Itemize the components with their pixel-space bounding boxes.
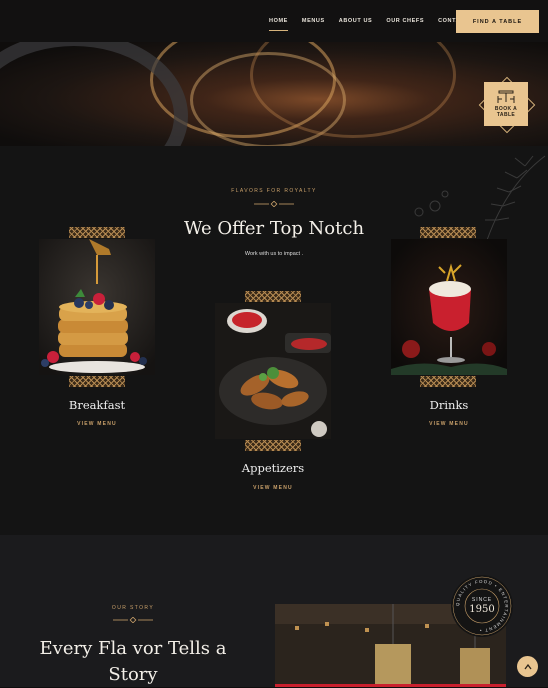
story-eyebrow: OUR STORY [111, 605, 155, 611]
chevron-up-icon [523, 663, 532, 669]
story-section: OUR STORY Every Fla vor Tells a Story QU… [0, 535, 548, 687]
view-menu-drinks-link[interactable]: VIEW MENU [389, 421, 509, 427]
card-pattern-bottom [245, 440, 301, 451]
card-title-appetizers: Appetizers [241, 461, 305, 475]
offer-section: FLAVORS FOR ROYALTY We Offer Top Notch W… [0, 146, 548, 535]
story-title: Every Fla vor Tells a Story [13, 636, 253, 688]
appetizers-image[interactable] [215, 303, 331, 439]
card-title-breakfast: Breakfast [68, 398, 126, 412]
nav-menus[interactable]: MENUS [302, 18, 325, 24]
since-badge: QUALITY FOOD • ENTERTAINMENT • SINCE 195… [451, 575, 513, 637]
scroll-to-top-button[interactable] [517, 656, 538, 677]
view-menu-breakfast-link[interactable]: VIEW MENU [37, 421, 157, 427]
offer-subtitle: Work with us to impact . [244, 251, 304, 257]
book-table-button[interactable]: BOOK A TABLE [484, 82, 528, 126]
card-pattern-bottom [420, 376, 476, 387]
badge-year: 1950 [469, 604, 495, 615]
view-menu-appetizers-link[interactable]: VIEW MENU [213, 485, 333, 491]
nav-our-chefs[interactable]: OUR CHEFS [386, 18, 424, 24]
dining-table-icon [497, 90, 515, 103]
hero-banner [0, 42, 548, 146]
breakfast-image[interactable] [39, 239, 155, 375]
nav-about-us[interactable]: ABOUT US [339, 18, 373, 24]
chicken-wings-illustration [215, 303, 331, 439]
site-header: HOME MENUS ABOUT US OUR CHEFS CONTACT FI… [0, 0, 548, 42]
cocktail-illustration [391, 239, 507, 375]
offer-eyebrow: FLAVORS FOR ROYALTY [231, 188, 317, 194]
card-pattern-bottom [69, 376, 125, 387]
book-table-label: BOOK A TABLE [495, 106, 517, 118]
find-a-table-button[interactable]: FIND A TABLE [456, 10, 539, 33]
ornament-divider-icon [113, 617, 153, 623]
card-title-drinks: Drinks [429, 398, 469, 412]
badge-since-label: SINCE [471, 597, 493, 603]
offer-title: We Offer Top Notch [183, 218, 365, 239]
story-title-line1: Every Fla vor Tells a [39, 638, 227, 659]
nav-home[interactable]: HOME [269, 18, 288, 31]
book-a-table-badge[interactable]: BOOK A TABLE [477, 75, 536, 134]
book-label-line2: TABLE [496, 112, 516, 118]
card-pattern-top [69, 227, 125, 238]
main-nav: HOME MENUS ABOUT US OUR CHEFS CONTACT [269, 18, 483, 31]
card-pattern-top [245, 291, 301, 302]
pancake-stack-illustration [39, 239, 155, 375]
ornament-divider-icon [254, 201, 294, 207]
drinks-image[interactable] [391, 239, 507, 375]
story-title-line2: Story [108, 664, 158, 685]
card-pattern-top [420, 227, 476, 238]
